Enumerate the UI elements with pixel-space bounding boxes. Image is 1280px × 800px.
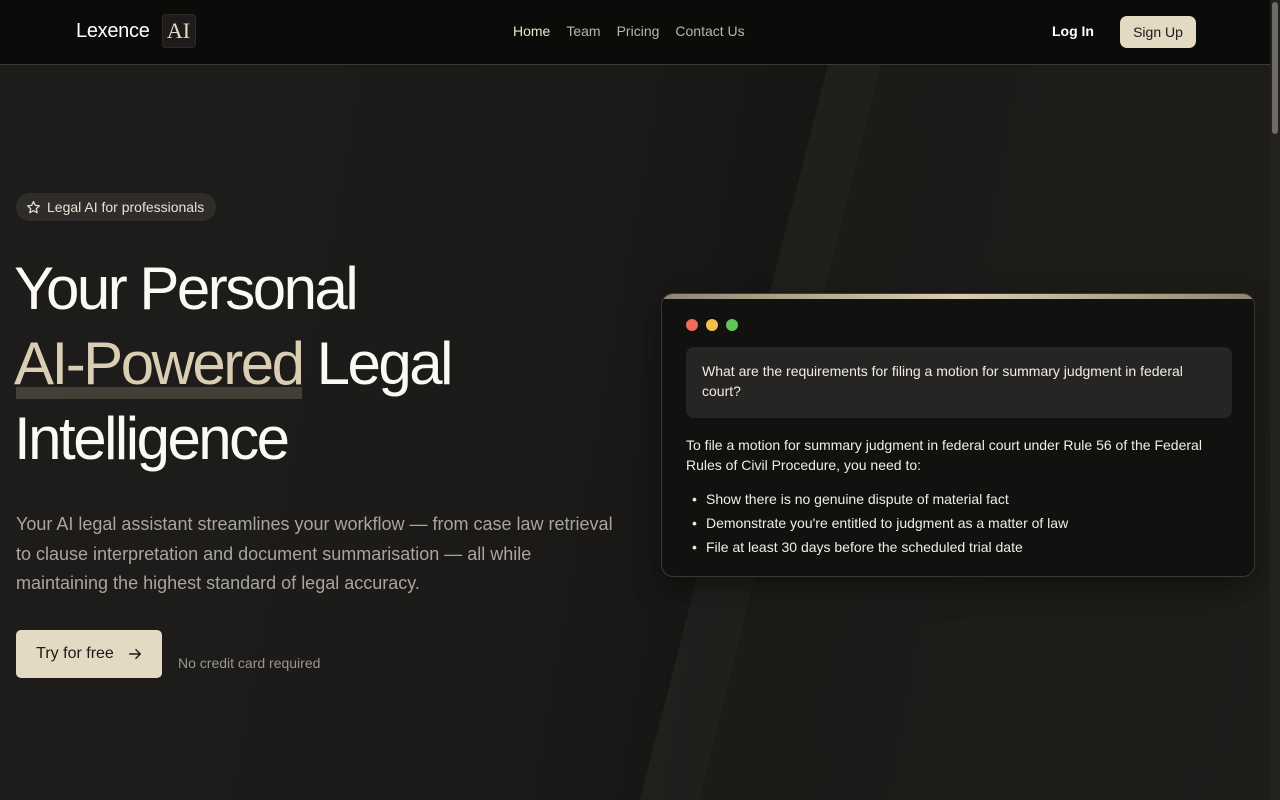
hero-subcopy: Your AI legal assistant streamlines your… <box>16 514 613 593</box>
list-item: File at least 30 days before the schedul… <box>692 535 1068 559</box>
main-nav: Home Team Pricing Contact Us <box>513 23 745 39</box>
chat-preview-card: What are the requirements for filing a m… <box>661 293 1255 577</box>
chat-answer-intro: To file a motion for summary judgment in… <box>686 437 1202 473</box>
hero-badge-label: Legal AI for professionals <box>47 199 205 215</box>
log-in-link[interactable]: Log In <box>1052 23 1094 39</box>
window-close-dot <box>686 319 698 331</box>
star-icon <box>26 200 41 213</box>
chat-card-top-accent <box>662 294 1254 299</box>
list-item: Demonstrate you're entitled to judgment … <box>692 511 1068 535</box>
headline-line-3: Intelligence <box>14 405 290 472</box>
brand-logo-icon: AI <box>161 14 196 48</box>
window-minimize-dot <box>706 319 718 331</box>
headline-line-2-rest: Legal <box>316 330 454 397</box>
window-maximize-dot <box>726 319 738 331</box>
window-controls <box>686 319 738 331</box>
sign-up-button[interactable]: Sign Up <box>1120 16 1196 48</box>
scrollbar-thumb[interactable] <box>1272 2 1278 134</box>
try-for-free-button[interactable]: Try for free <box>16 630 162 678</box>
top-navbar: Lexence AI Home Team Pricing Contact Us … <box>0 0 1280 65</box>
brand-name: Lexence <box>76 19 150 42</box>
arrow-right-icon <box>128 648 141 660</box>
list-item: Show there is no genuine dispute of mate… <box>692 487 1068 511</box>
nav-link-home[interactable]: Home <box>513 23 550 39</box>
hero-section: Legal AI for professionals Your Personal… <box>0 65 1270 800</box>
headline-line-1: Your Personal <box>14 255 359 322</box>
chat-answer-points: Show there is no genuine dispute of mate… <box>692 487 1068 559</box>
nav-link-team[interactable]: Team <box>566 23 600 39</box>
headline-accent: AI-Powered <box>14 326 305 401</box>
chat-question: What are the requirements for filing a m… <box>686 347 1232 418</box>
cta-label: Try for free <box>36 645 114 662</box>
brand[interactable]: Lexence AI <box>76 14 196 48</box>
nav-link-contact-us[interactable]: Contact Us <box>675 23 744 39</box>
nav-link-pricing[interactable]: Pricing <box>617 23 660 39</box>
hero-headline: Your Personal AI-Powered Legal Intellige… <box>14 251 654 476</box>
cta-note: No credit card required <box>178 655 321 671</box>
hero-badge: Legal AI for professionals <box>16 193 217 221</box>
